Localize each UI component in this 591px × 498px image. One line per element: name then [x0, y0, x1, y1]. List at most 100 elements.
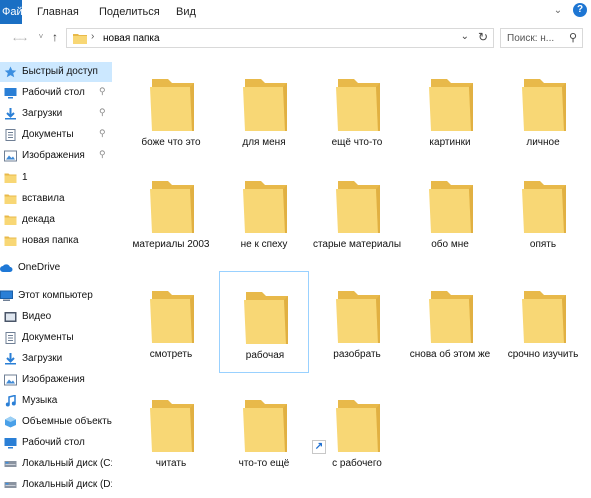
sidebar-item-label: Видео	[22, 311, 52, 322]
folder-icon	[336, 400, 380, 452]
sidebar-item-16[interactable]: Музыка	[0, 391, 112, 411]
sidebar-item-6[interactable]: 1	[0, 168, 112, 188]
pictures-icon	[4, 150, 17, 162]
sidebar-item-1[interactable]: Быстрый доступ	[0, 62, 112, 82]
pin-icon: ⚲	[99, 128, 106, 138]
folder-name: разобрать	[333, 349, 381, 360]
sidebar-item-label: Загрузки	[22, 108, 63, 119]
search-box[interactable]: Поиск: н... ⚲	[500, 28, 583, 48]
video-icon	[4, 311, 17, 323]
refresh-icon[interactable]: ↻	[478, 30, 488, 44]
search-icon[interactable]: ⚲	[569, 31, 577, 44]
folder-name: опять	[529, 239, 557, 250]
sidebar-item-11[interactable]: Этот компьютер	[0, 286, 112, 306]
folder-item[interactable]: личное	[498, 59, 588, 161]
folder-name: боже что это	[141, 137, 201, 148]
folder-item[interactable]: обо мне	[405, 161, 495, 263]
pin-icon: ⚲	[99, 107, 106, 117]
folder-icon	[336, 181, 380, 233]
folder-item[interactable]: опять	[498, 161, 588, 263]
sidebar-item-10[interactable]: OneDrive	[0, 258, 112, 278]
folder-item[interactable]: читать	[126, 380, 216, 482]
documents-icon	[4, 129, 17, 141]
folder-item[interactable]: что-то ещё	[219, 380, 309, 482]
sidebar-item-14[interactable]: Загрузки	[0, 349, 112, 369]
sidebar-item-label: вставила	[22, 193, 65, 204]
folder-icon	[4, 214, 17, 226]
tab-file[interactable]: Файл	[0, 0, 22, 24]
cloud-icon	[0, 262, 13, 274]
folder-icon	[336, 79, 380, 131]
sidebar-item-19[interactable]: Локальный диск (C:)	[0, 454, 112, 474]
pin-icon: ⚲	[99, 149, 106, 159]
sidebar-item-13[interactable]: Документы	[0, 328, 112, 348]
sidebar-item-2[interactable]: Рабочий стол ⚲	[0, 83, 112, 103]
folder-item[interactable]: срочно изучить	[498, 271, 588, 373]
sidebar-item-20[interactable]: Локальный диск (D:)	[0, 475, 112, 495]
desktop-icon	[4, 437, 17, 449]
search-input[interactable]: Поиск: н...	[507, 33, 554, 44]
forward-icon[interactable]: →	[16, 30, 30, 44]
sidebar-item-label: Изображения	[22, 374, 85, 385]
folder-icon	[4, 172, 17, 184]
folder-item[interactable]: не к спеху	[219, 161, 309, 263]
tab-view[interactable]: Вид	[176, 0, 196, 24]
folder-item[interactable]: снова об этом же	[405, 271, 495, 373]
sidebar-item-7[interactable]: вставила	[0, 189, 112, 209]
folder-icon	[429, 291, 473, 343]
folder-item[interactable]: ещё что-то	[312, 59, 402, 161]
up-icon[interactable]: ↑	[48, 30, 62, 44]
chevron-down-icon[interactable]: ⌄	[461, 31, 469, 42]
sidebar-item-3[interactable]: Загрузки ⚲	[0, 104, 112, 124]
folder-item[interactable]: старые материалы	[312, 161, 402, 263]
folder-name: что-то ещё	[238, 458, 290, 469]
folder-item[interactable]: для меня	[219, 59, 309, 161]
3d-objects-icon	[4, 416, 17, 428]
folder-name: срочно изучить	[507, 349, 579, 360]
folder-item[interactable]: смотреть	[126, 271, 216, 373]
sidebar-item-4[interactable]: Документы ⚲	[0, 125, 112, 145]
sidebar-item-5[interactable]: Изображения ⚲	[0, 146, 112, 166]
sidebar-item-label: Объемные объекты	[22, 416, 112, 427]
folder-icon	[150, 400, 194, 452]
folder-name: читать	[155, 458, 187, 469]
folder-icon	[522, 79, 566, 131]
folder-icon	[4, 235, 17, 247]
download-icon	[4, 353, 17, 365]
sidebar-item-label: декада	[22, 214, 55, 225]
help-icon[interactable]: ?	[573, 3, 587, 17]
sidebar-item-label: Музыка	[22, 395, 58, 406]
folder-item[interactable]: боже что это	[126, 59, 216, 161]
folder-name: смотреть	[149, 349, 193, 360]
tab-home[interactable]: Главная	[37, 0, 79, 24]
recent-dropdown-icon[interactable]: ˅	[34, 30, 48, 44]
sidebar-item-8[interactable]: декада	[0, 210, 112, 230]
folder-name: старые материалы	[312, 239, 402, 250]
address-path[interactable]: новая папка	[103, 33, 160, 44]
sidebar-item-17[interactable]: Объемные объекты	[0, 412, 112, 432]
folder-icon	[150, 79, 194, 131]
sidebar-item-label: Рабочий стол	[22, 437, 85, 448]
folder-item[interactable]: разобрать	[312, 271, 402, 373]
folder-item[interactable]: материалы 2003	[126, 161, 216, 263]
sidebar-item-15[interactable]: Изображения	[0, 370, 112, 390]
folder-icon	[243, 181, 287, 233]
folder-icon	[4, 193, 17, 205]
folder-item[interactable]: картинки	[405, 59, 495, 161]
folder-icon	[150, 181, 194, 233]
ribbon: Файл Главная Поделиться Вид ⌄ ?	[0, 0, 591, 25]
chevron-down-icon[interactable]: ⌄	[551, 4, 565, 18]
sidebar-item-18[interactable]: Рабочий стол	[0, 433, 112, 453]
sidebar-item-9[interactable]: новая папка	[0, 231, 112, 251]
sidebar-item-12[interactable]: Видео	[0, 307, 112, 327]
address-bar[interactable]: › новая папка ⌄ ↻	[66, 28, 494, 48]
folder-item[interactable]: рабочая	[219, 271, 309, 373]
folder-name: не к спеху	[240, 239, 288, 250]
folder-name: с рабочего	[332, 458, 382, 469]
sidebar-item-label: Этот компьютер	[18, 290, 93, 301]
folder-item[interactable]: ↗ с рабочего	[312, 380, 402, 482]
sidebar-item-label: Рабочий стол	[22, 87, 85, 98]
folder-icon	[336, 291, 380, 343]
tab-share[interactable]: Поделиться	[99, 0, 160, 24]
sidebar-item-label: Документы	[22, 332, 74, 343]
